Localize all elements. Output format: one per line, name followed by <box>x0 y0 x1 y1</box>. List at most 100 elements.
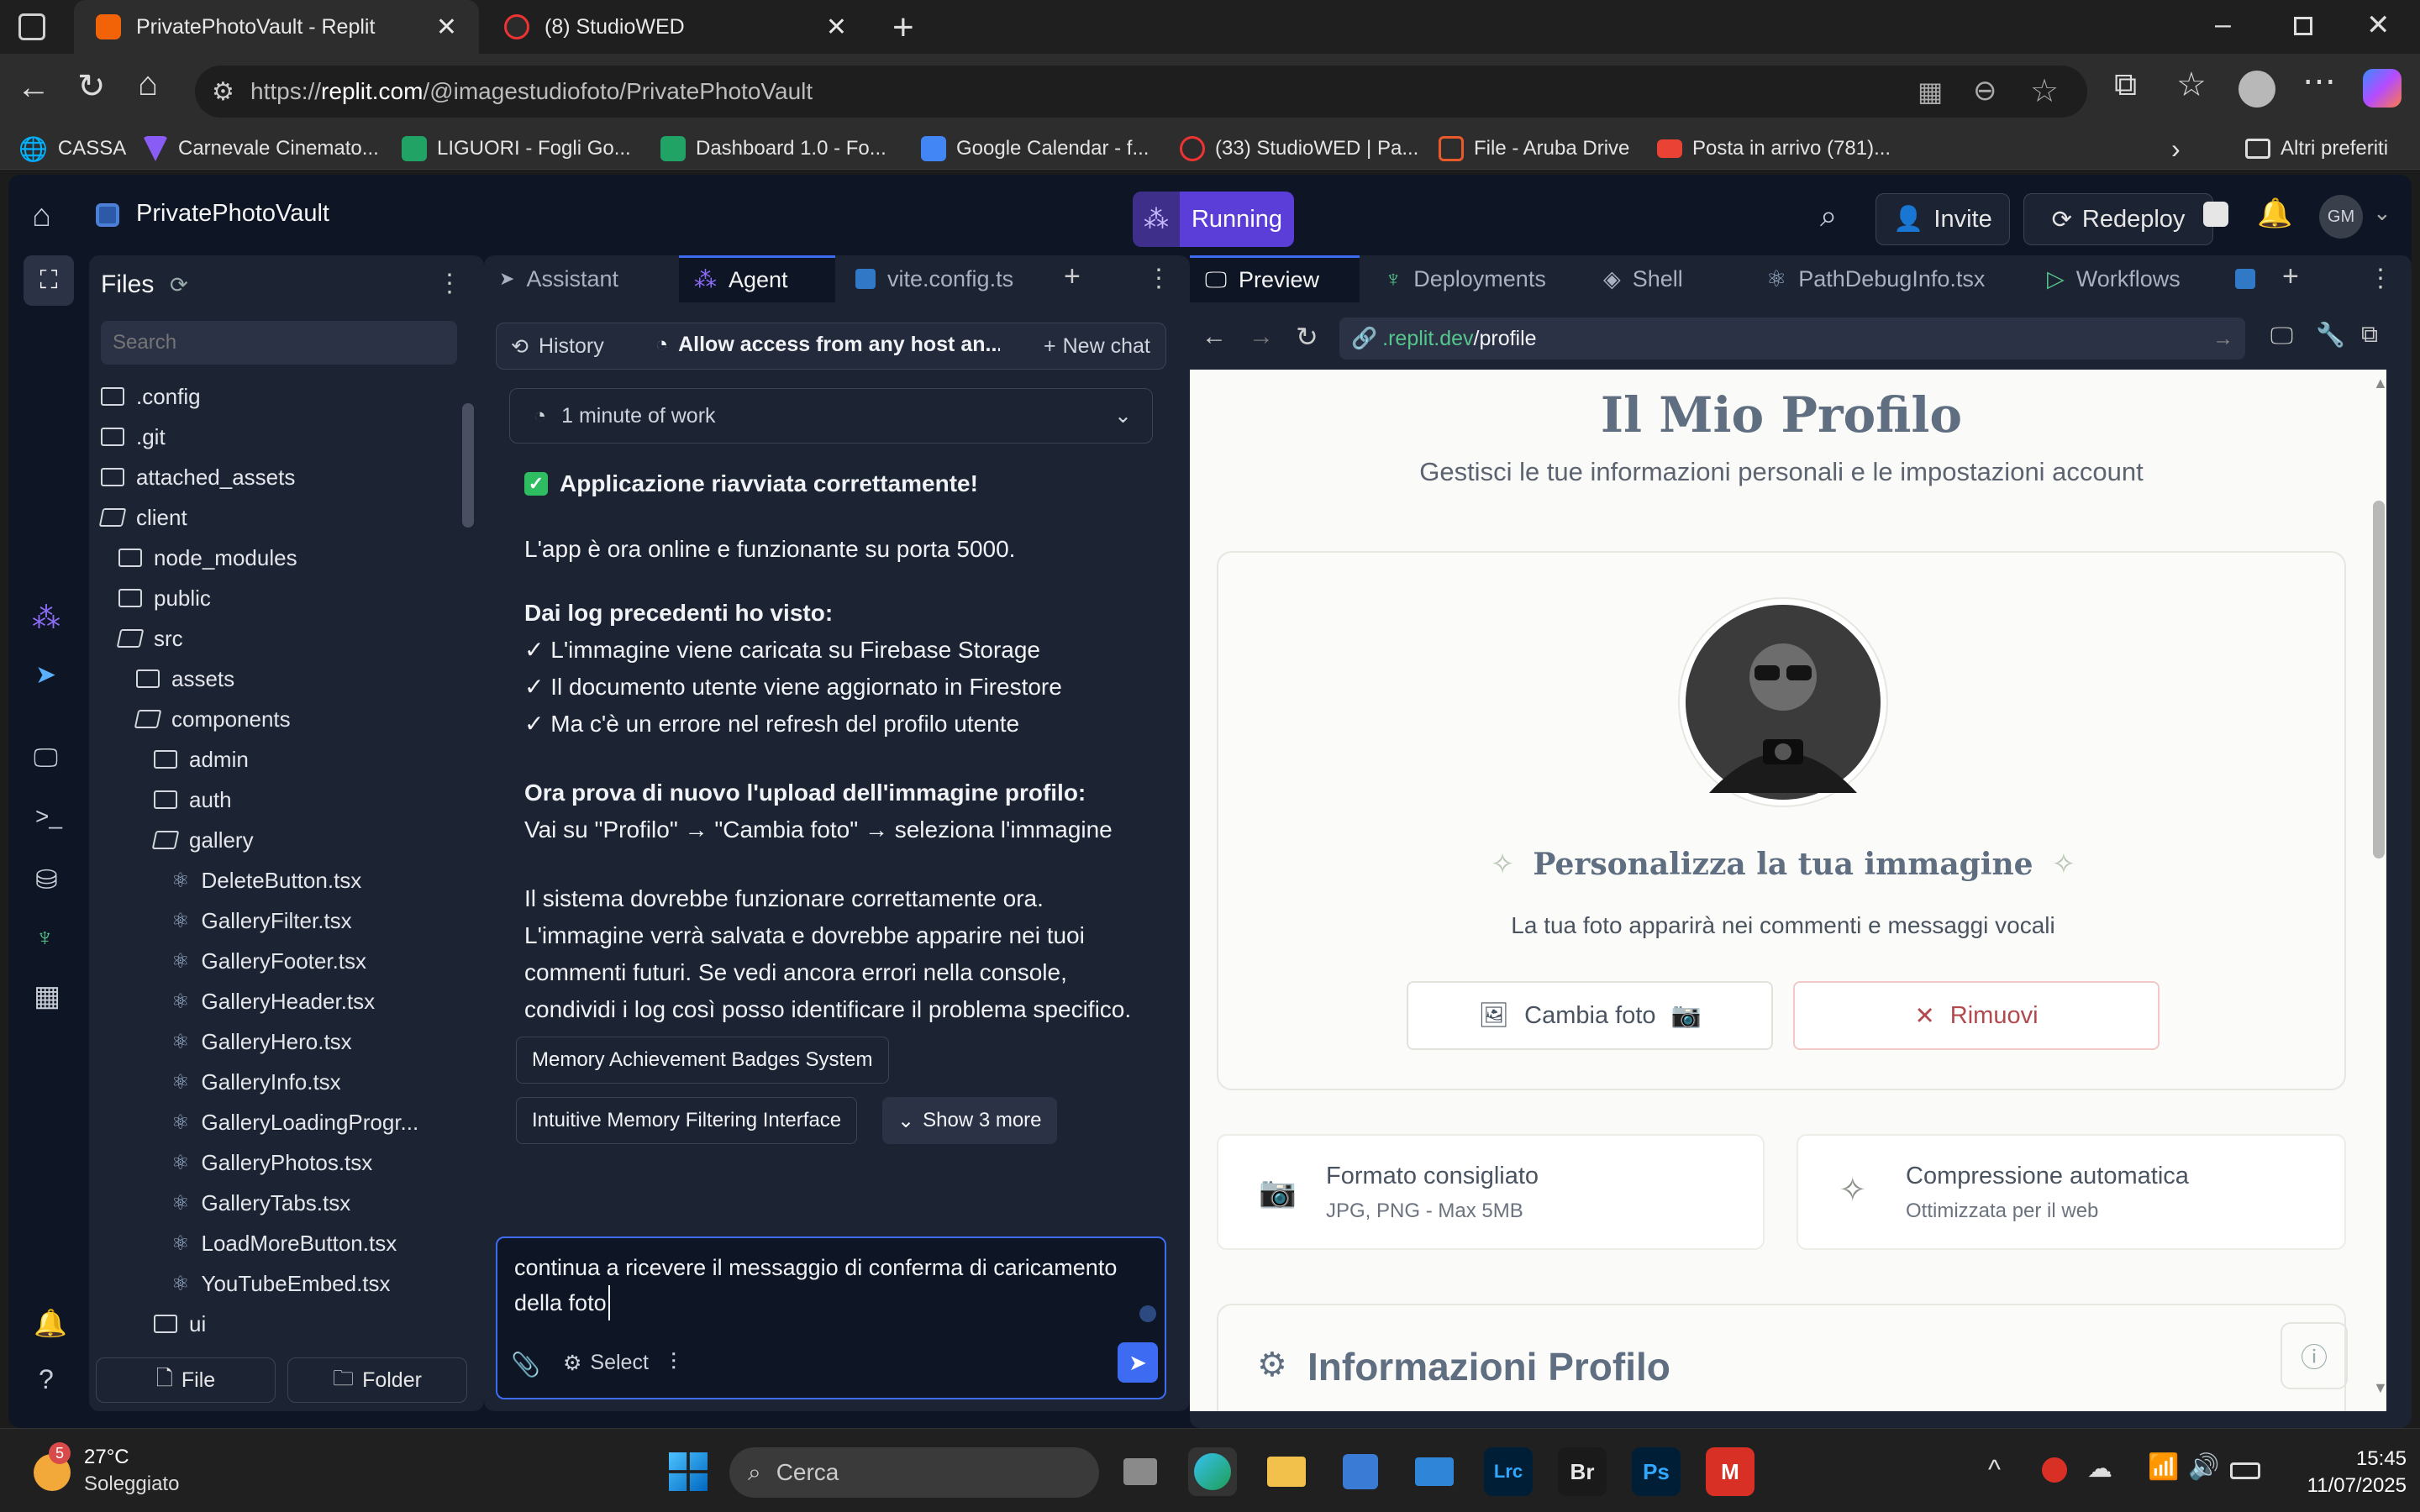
file-tree-item[interactable]: ⚛ GalleryFooter.tsx <box>171 941 366 981</box>
bookmark-dashboard[interactable]: Dashboard 1.0 - Fo... <box>660 128 886 170</box>
tab-deployments[interactable]: ♆ Deployments <box>1370 255 1580 302</box>
all-tools-icon[interactable]: ▦ <box>34 979 60 1013</box>
bridge-icon[interactable]: Br <box>1558 1447 1607 1496</box>
browser-tab-studiowed[interactable]: (8) StudioWED ✕ <box>482 0 869 54</box>
preview-forward-icon[interactable]: → <box>1249 323 1274 351</box>
preview-url-bar[interactable]: 🔗 .replit.dev/profile → <box>1339 318 2245 360</box>
preview-reload-icon[interactable]: ↻ <box>1296 321 1318 353</box>
scroll-down-icon[interactable]: ▼ <box>2373 1379 2386 1397</box>
file-tree-item[interactable]: ⚛ LoadMoreButton.tsx <box>171 1223 397 1263</box>
file-tree-item[interactable]: client <box>98 497 187 538</box>
battery-icon[interactable] <box>2230 1462 2260 1479</box>
user-avatar[interactable]: GM <box>2319 195 2363 239</box>
kebab-menu-icon[interactable]: ⋮ <box>437 269 462 298</box>
sidebar-toggle-icon[interactable] <box>18 13 45 40</box>
add-tab-icon[interactable]: + <box>1064 260 1081 293</box>
database-tool-icon[interactable]: ⛁ <box>35 864 58 895</box>
alerts-icon[interactable]: 🔔 <box>34 1307 67 1339</box>
gmail-app-icon[interactable]: M <box>1706 1447 1754 1496</box>
file-explorer-icon[interactable] <box>1262 1447 1311 1496</box>
bookmark-studiowed[interactable]: (33) StudioWED | Pa... <box>1180 128 1418 170</box>
new-chat-button[interactable]: + New chat <box>1044 334 1150 359</box>
help-icon[interactable]: ? <box>39 1364 54 1395</box>
file-tree-item[interactable]: auth <box>154 780 232 820</box>
copilot-icon[interactable] <box>2363 69 2402 108</box>
reading-icon[interactable]: ⊖ <box>1973 74 1997 108</box>
onedrive-icon[interactable]: ☁ <box>2087 1454 2112 1483</box>
search-icon[interactable]: ⌕ <box>1820 198 1837 234</box>
file-tree-item[interactable]: assets <box>136 659 234 699</box>
suggestion-chip[interactable]: Intuitive Memory Filtering Interface <box>516 1097 858 1144</box>
file-tree-item[interactable]: ⚛ GalleryPhotos.tsx <box>171 1142 372 1183</box>
file-tree-item[interactable]: .git <box>101 417 166 457</box>
file-tree-item[interactable]: ⚛ GalleryTabs.tsx <box>171 1183 350 1223</box>
bookmark-carnevale[interactable]: Carnevale Cinemato... <box>143 128 379 170</box>
back-icon[interactable]: ← <box>17 69 50 107</box>
info-icon[interactable]: ⓘ <box>2281 1322 2348 1389</box>
scrollbar[interactable] <box>2373 501 2385 858</box>
file-tree-item[interactable]: src <box>116 618 183 659</box>
file-tree-item[interactable]: ⚛ GalleryFilter.tsx <box>171 900 352 941</box>
deploy-menu-icon[interactable] <box>2203 202 2228 227</box>
clock[interactable]: 15:45 11/07/2025 <box>2272 1446 2407 1499</box>
address-bar[interactable]: ⚙ https://replit.com/@imagestudiofoto/Pr… <box>195 66 2087 118</box>
select-button[interactable]: ⚙ Select <box>563 1351 649 1376</box>
apps-icon[interactable]: ▦ <box>1918 76 1943 108</box>
file-tree-item[interactable]: ui <box>154 1304 206 1344</box>
kebab-menu-icon[interactable]: ⋮ <box>2368 264 2393 293</box>
bell-icon[interactable]: 🔔 <box>2257 197 2292 230</box>
close-icon[interactable]: ✕ <box>826 13 847 42</box>
more-icon[interactable]: ⋯ <box>2302 62 2336 101</box>
file-tree-item[interactable]: ⚛ GalleryInfo.tsx <box>171 1062 341 1102</box>
invite-button[interactable]: 👤 Invite <box>1876 193 2010 245</box>
lightroom-icon[interactable]: Lrc <box>1484 1447 1533 1496</box>
extensions-icon[interactable]: ⧉ <box>2114 67 2137 103</box>
tab-preview[interactable]: 🖵 Preview <box>1190 255 1360 302</box>
remove-photo-button[interactable]: ✕ Rimuovi <box>1793 981 2160 1050</box>
file-tree-item[interactable]: ⚛ YouTubeEmbed.tsx <box>171 1263 391 1304</box>
taskbar-search[interactable]: ⌕ Cerca <box>729 1447 1099 1498</box>
bookmark-gmail[interactable]: Posta in arrivo (781)... <box>1657 128 1891 170</box>
add-tab-icon[interactable]: + <box>2282 260 2299 293</box>
chat-input-box[interactable]: continua a ricevere il messaggio di conf… <box>496 1236 1166 1399</box>
restore-icon[interactable] <box>2294 17 2312 35</box>
project-name[interactable]: PrivatePhotoVault <box>136 200 329 228</box>
bookmark-cassa[interactable]: 🌐 CASSA <box>18 128 126 170</box>
scrollbar[interactable] <box>462 403 474 528</box>
chat-title[interactable]: ◔ Allow access from any host an... <box>655 333 1000 357</box>
file-tree-item[interactable]: ⚛ GalleryHeader.tsx <box>171 981 375 1021</box>
redeploy-button[interactable]: ⟳ Redeploy <box>2023 193 2213 245</box>
profile-photo[interactable] <box>1676 595 1891 810</box>
volume-icon[interactable]: 🔊 <box>2188 1452 2219 1482</box>
browser-tab-replit[interactable]: PrivatePhotoVault - Replit ✕ <box>74 0 479 54</box>
chevron-down-icon[interactable]: ⌄ <box>2373 200 2391 226</box>
kebab-menu-icon[interactable]: ⋮ <box>1146 264 1171 293</box>
task-view-icon[interactable] <box>1116 1447 1165 1496</box>
other-bookmarks[interactable]: Altri preferiti <box>2245 128 2388 170</box>
scroll-up-icon[interactable]: ▲ <box>2373 375 2386 392</box>
history-button[interactable]: ⟲ History <box>511 334 604 360</box>
file-tree-item[interactable]: ⚛ GalleryLoadingProgr... <box>171 1102 418 1142</box>
file-tree-item[interactable]: node_modules <box>118 538 297 578</box>
file-tree-item[interactable]: ⚛ GalleryHero.tsx <box>171 1021 352 1062</box>
profile-avatar[interactable] <box>2238 71 2275 108</box>
file-tree-item[interactable]: public <box>118 578 211 618</box>
files-search-input[interactable] <box>101 321 457 365</box>
work-summary[interactable]: ◔ 1 minute of work ⌄ <box>509 388 1153 444</box>
new-tab-icon[interactable]: + <box>892 7 914 49</box>
show-more-button[interactable]: ⌄ Show 3 more <box>882 1097 1057 1144</box>
tab-agent[interactable]: ⁂ Agent <box>679 255 835 302</box>
assistant-tool-icon[interactable]: ➤ <box>35 660 56 690</box>
chevron-right-icon[interactable]: › <box>2171 128 2181 170</box>
star-icon[interactable]: ☆ <box>2030 72 2059 110</box>
mail-icon[interactable] <box>1410 1447 1459 1496</box>
tab-vite-config[interactable]: vite.config.ts <box>840 255 1076 302</box>
devtools-icon[interactable]: 🔧 <box>2316 321 2345 349</box>
files-tool-icon[interactable]: ⛶ <box>24 255 74 306</box>
bookmark-calendar[interactable]: Google Calendar - f... <box>921 128 1149 170</box>
change-photo-button[interactable]: 🖼 Cambia foto 📷 <box>1407 981 1773 1050</box>
suggestion-chip[interactable]: Memory Achievement Badges System <box>516 1037 889 1084</box>
store-icon[interactable] <box>1336 1447 1385 1496</box>
attach-icon[interactable]: 📎 <box>511 1351 540 1378</box>
tab-assistant[interactable]: ➤ Assistant <box>484 255 674 302</box>
